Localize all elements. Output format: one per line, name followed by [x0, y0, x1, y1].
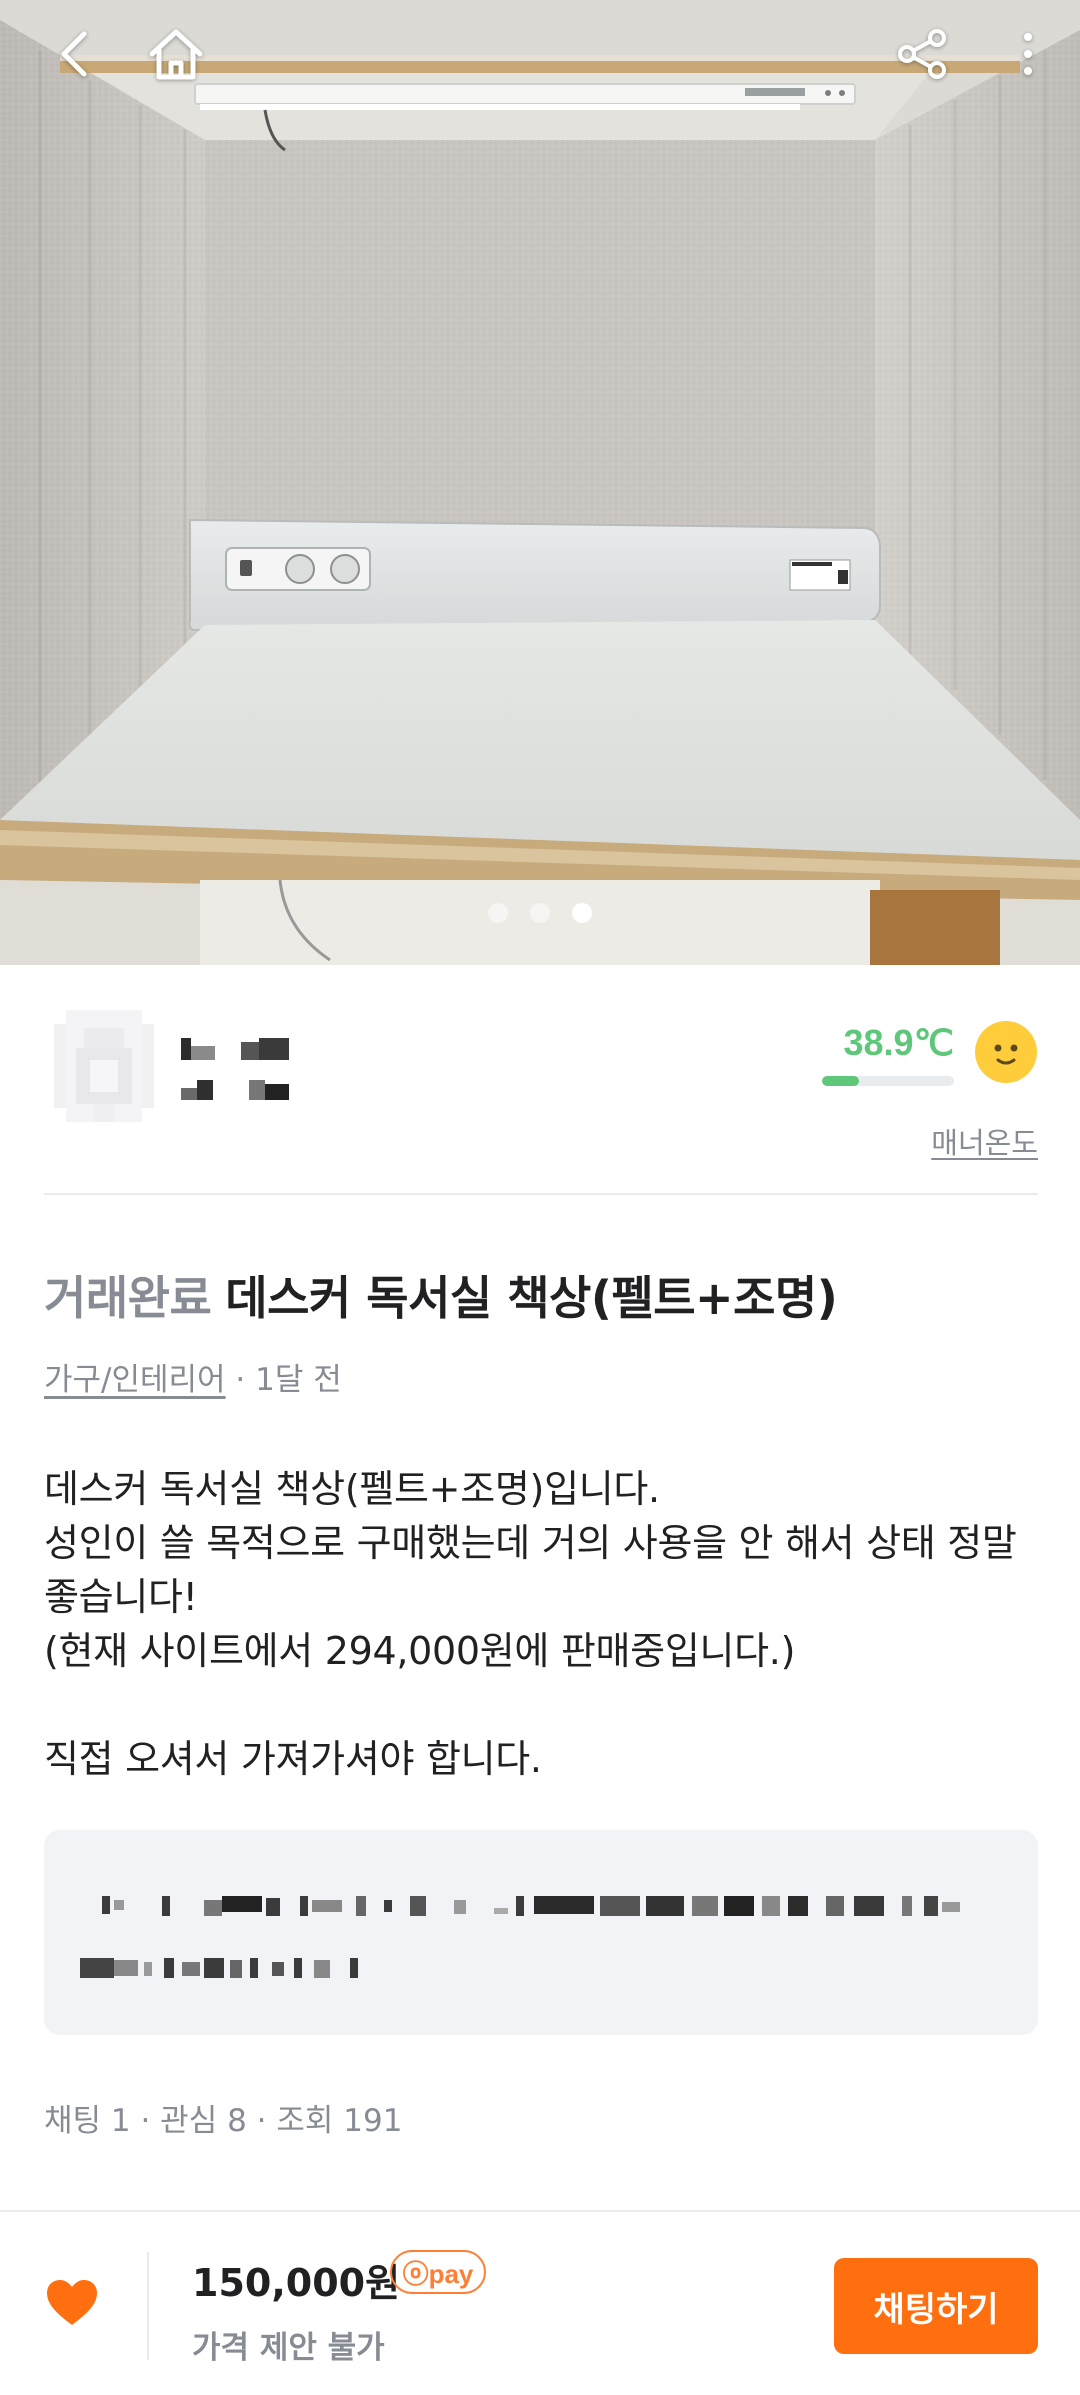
post-description: 데스커 독서실 책상(펠트+조명)입니다. 성인이 쓸 목적으로 구매했는데 거… [44, 1467, 1017, 1781]
product-photo [0, 0, 1080, 965]
post-title-text: 데스커 독서실 책상(펠트+조명) [225, 1271, 838, 1325]
carousel-dot[interactable] [530, 903, 550, 923]
price-offer-status: 가격 제안 불가 [192, 2330, 385, 2366]
temperature-value: 38.9℃ [843, 1022, 955, 1063]
manner-temperature[interactable]: 38.9℃ 매너온도 [808, 1020, 1038, 1160]
price: 150,000원 [192, 2261, 401, 2305]
post-meta: 가구/인테리어 · 1달 전 [44, 1354, 342, 1399]
heart-icon[interactable] [44, 2275, 100, 2331]
bottom-action-bar: 150,000원 ⓞpay 가격 제안 불가 채팅하기 [0, 2210, 1080, 2395]
home-button[interactable] [144, 22, 208, 86]
post-stats: 채팅 1 · 관심 8 · 조회 191 [44, 2103, 403, 2139]
temperature-bar [822, 1076, 954, 1086]
back-button[interactable] [42, 22, 106, 86]
divider [147, 2252, 149, 2360]
karrot-pay-badge: ⓞpay [390, 2250, 486, 2294]
share-icon [898, 29, 946, 79]
carousel-indicator [0, 903, 1080, 923]
seller-nickname-redacted [181, 1038, 289, 1100]
divider [44, 1193, 1038, 1195]
chat-button[interactable]: 채팅하기 [834, 2258, 1038, 2354]
carousel-dot[interactable] [488, 903, 508, 923]
avatar[interactable] [54, 1010, 154, 1122]
trade-status-badge: 거래완료 [44, 1271, 212, 1325]
posted-time: · 1달 전 [225, 1362, 342, 1398]
chevron-left-icon [61, 31, 87, 77]
post-title: 거래완료 데스커 독서실 책상(펠트+조명) [44, 1262, 1044, 1328]
seller-profile[interactable]: 38.9℃ 매너온도 [44, 1000, 1038, 1160]
redacted-text [80, 1896, 960, 1978]
product-image-carousel[interactable] [0, 0, 1080, 965]
manner-temperature-label[interactable]: 매너온도 [931, 1120, 1038, 1162]
temperature-bar-fill [822, 1076, 859, 1086]
category-link[interactable]: 가구/인테리어 [44, 1362, 226, 1398]
share-button[interactable] [890, 22, 954, 86]
redacted-info-box [44, 1830, 1038, 2035]
carousel-dot-active[interactable] [572, 903, 592, 923]
more-vertical-icon [1024, 33, 1032, 75]
smile-face-icon [975, 1021, 1037, 1083]
home-icon [149, 29, 203, 80]
more-options-button[interactable] [996, 22, 1060, 86]
